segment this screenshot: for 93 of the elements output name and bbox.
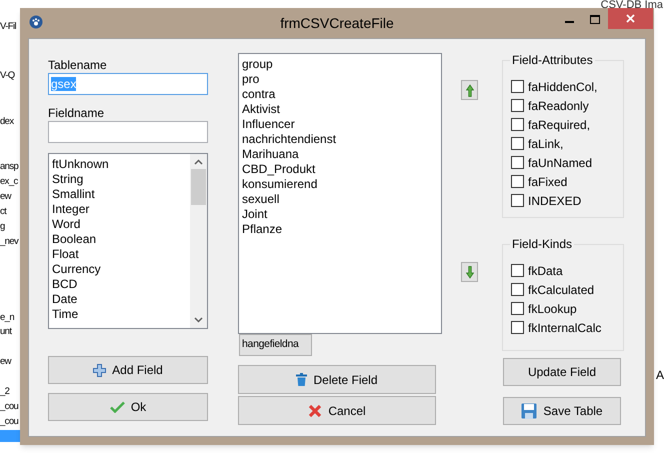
list-item[interactable]: BCD — [52, 277, 190, 292]
background-item: dex — [0, 116, 14, 128]
checkbox[interactable] — [511, 283, 524, 296]
background-item: unt — [0, 326, 12, 338]
list-item[interactable]: String — [52, 172, 190, 187]
move-up-button[interactable] — [461, 80, 478, 100]
list-item[interactable]: Joint — [242, 207, 441, 222]
checkbox[interactable] — [511, 80, 524, 93]
move-down-button[interactable] — [461, 262, 478, 282]
checkbox[interactable] — [511, 194, 524, 207]
checkbox-label[interactable]: faUnNamed — [528, 154, 592, 172]
background-item: A — [656, 368, 664, 382]
checkbox-label[interactable]: INDEXED — [528, 192, 582, 210]
checkbox-label[interactable]: faFixed — [528, 172, 568, 190]
delete-button[interactable]: Delete Field — [238, 365, 436, 394]
scroll-up-icon[interactable] — [194, 159, 203, 165]
background-item: g — [0, 221, 5, 233]
field-label: Fieldname — [48, 105, 106, 120]
arrow-down-icon — [466, 266, 474, 278]
background-item: ct — [0, 206, 6, 218]
list-item[interactable]: Aktivist — [242, 102, 441, 117]
background-item: e_n — [0, 312, 14, 324]
checkbox-label[interactable]: faRequired, — [528, 116, 590, 134]
checkbox[interactable] — [511, 118, 524, 131]
checkbox[interactable] — [511, 321, 524, 334]
checkbox[interactable] — [511, 99, 524, 112]
maximize-icon — [590, 14, 600, 24]
list-item[interactable]: sexuell — [242, 192, 441, 207]
checkbox[interactable] — [511, 137, 524, 150]
scrollbar[interactable] — [190, 154, 207, 328]
add-button[interactable]: Add Field — [48, 356, 208, 384]
group-title: Field-Kinds — [510, 237, 574, 251]
arrow-up-icon — [466, 84, 474, 96]
scroll-thumb[interactable] — [191, 169, 206, 205]
input-field[interactable] — [48, 121, 208, 143]
list-item[interactable]: Marihuana — [242, 147, 441, 162]
background-item: _2 — [0, 386, 10, 398]
close-button[interactable] — [608, 8, 653, 29]
window-title: frmCSVCreateFile — [280, 14, 394, 32]
list-item[interactable]: contra — [242, 87, 441, 102]
checkbox-label[interactable]: faHiddenCol, — [528, 78, 598, 96]
list-item[interactable]: Date — [52, 292, 190, 307]
list-item[interactable]: group — [242, 57, 441, 72]
list-item[interactable]: pro — [242, 72, 441, 87]
checkbox[interactable] — [511, 156, 524, 169]
list-item[interactable]: CBD_Produkt — [242, 162, 441, 177]
checkbox[interactable] — [511, 264, 524, 277]
selected-row-highlight — [0, 430, 20, 442]
background-item: _cou — [0, 416, 18, 428]
list-item[interactable]: Influencer — [242, 117, 441, 132]
update-button[interactable]: Update Field — [503, 358, 621, 386]
checkbox[interactable] — [511, 302, 524, 315]
list-item[interactable]: konsumierend — [242, 177, 441, 192]
background-item: V-Q — [0, 70, 15, 82]
background-title: CSV-DB Ima — [600, 0, 663, 11]
checkbox-label[interactable]: fkCalculated — [528, 280, 594, 298]
list-item[interactable]: Float — [52, 247, 190, 262]
field-label: Tablename — [48, 57, 108, 72]
background-item: _cou — [0, 401, 18, 413]
background-item: ew — [0, 356, 11, 368]
list-item[interactable]: Time — [52, 307, 190, 322]
close-icon — [626, 14, 635, 23]
checkbox-label[interactable]: fkLookup — [528, 300, 577, 318]
ok-button[interactable]: Ok — [48, 393, 208, 421]
scroll-down-icon[interactable] — [194, 317, 203, 323]
checkbox-label[interactable]: fkData — [528, 262, 563, 280]
background-item: ex_c — [0, 176, 18, 188]
list-item[interactable]: Smallint — [52, 187, 190, 202]
cancel-button[interactable]: Cancel — [238, 396, 436, 425]
checkbox-label[interactable]: faLink, — [528, 134, 564, 152]
list-item[interactable]: ftUnknown — [52, 157, 190, 172]
list-item[interactable]: Pflanze — [242, 222, 441, 237]
checkbox[interactable] — [511, 175, 524, 188]
checkbox-label[interactable]: faReadonly — [528, 96, 589, 114]
app-icon — [29, 15, 43, 29]
list-item[interactable]: Currency — [52, 262, 190, 277]
list-item[interactable]: Boolean — [52, 232, 190, 247]
background-item: _nev — [0, 236, 18, 248]
list-item[interactable]: Integer — [52, 202, 190, 217]
plus-icon — [93, 364, 106, 376]
checkbox-label[interactable]: fkInternalCalc — [528, 318, 602, 336]
cross-icon — [308, 404, 322, 418]
background-item: ansp — [0, 161, 18, 173]
background-item: ew — [0, 191, 11, 203]
trash-icon — [296, 373, 308, 386]
group-title: Field-Attributes — [510, 53, 595, 67]
check-icon — [110, 401, 125, 413]
save-button[interactable]: Save Table — [503, 397, 621, 425]
minimize-icon — [564, 21, 574, 23]
list-item[interactable]: nachrichtendienst — [242, 132, 441, 147]
changefieldname-button[interactable]: hangefieldna — [239, 334, 312, 356]
background-item: V-Fil — [0, 21, 16, 33]
list-item[interactable]: Word — [52, 217, 190, 232]
